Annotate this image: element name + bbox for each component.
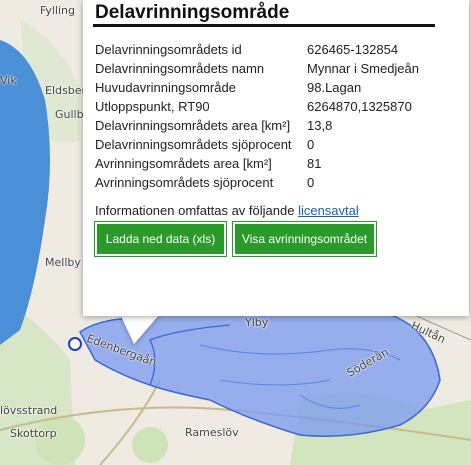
license-info: Informationen omfattas av följande licen… xyxy=(95,203,359,218)
property-key: Delavrinningsområdets namn xyxy=(95,61,265,76)
place-label-ramneslov: Rameslöv xyxy=(185,426,239,439)
property-key: Huvudavrinningsområde xyxy=(95,80,236,95)
place-label-vik: Vik xyxy=(0,74,17,87)
property-key: Delavrinningsområdets id xyxy=(95,42,242,57)
property-key: Delavrinningsområdets area [km²] xyxy=(95,118,291,133)
place-label-skottorp: Skottorp xyxy=(10,427,57,440)
show-catchment-button[interactable]: Visa avrinningsområdet xyxy=(232,221,377,257)
property-row: Huvudavrinningsområde 98.Lagan xyxy=(95,78,419,97)
property-value: Mynnar i Smedjeån xyxy=(307,61,419,76)
property-value: 626465-132854 xyxy=(307,42,399,57)
place-label-lovstrand: lövsstrand xyxy=(0,404,58,417)
property-key: Utloppspunkt, RT90 xyxy=(95,99,210,114)
property-table: Delavrinningsområdets id 626465-132854 D… xyxy=(95,40,419,192)
property-key: Avrinningsområdets area [km²] xyxy=(95,156,272,171)
property-row: Delavrinningsområdets area [km²] 13,8 xyxy=(95,116,419,135)
property-value: 81 xyxy=(307,156,322,171)
license-link[interactable]: licensavtal xyxy=(298,203,359,218)
property-value: 13,8 xyxy=(307,118,333,133)
property-value: 98.Lagan xyxy=(307,80,362,95)
place-label-fylling: Fylling xyxy=(40,4,75,17)
property-row: Avrinningsområdets sjöprocent 0 xyxy=(95,173,419,192)
info-popup: Delavrinningsområde Delavrinningsområdet… xyxy=(83,0,469,316)
place-label-ylby: Ylby xyxy=(245,316,269,329)
popup-title: Delavrinningsområde xyxy=(95,2,290,23)
property-value: 6264870,1325870 xyxy=(307,99,412,114)
download-data-button[interactable]: Ladda ned data (xls) xyxy=(94,221,227,257)
license-info-text: Informationen omfattas av följande xyxy=(95,203,299,218)
property-value: 0 xyxy=(307,175,315,190)
property-key: Delavrinningsområdets sjöprocent xyxy=(95,137,292,152)
property-row: Utloppspunkt, RT90 6264870,1325870 xyxy=(95,97,419,116)
place-label-mellby: Mellby xyxy=(45,256,81,269)
title-divider xyxy=(93,24,435,27)
property-row: Avrinningsområdets area [km²] 81 xyxy=(95,154,419,173)
property-value: 0 xyxy=(307,137,315,152)
property-row: Delavrinningsområdets namn Mynnar i Smed… xyxy=(95,59,419,78)
place-label-gullbrandstorp: Gullb xyxy=(55,108,84,121)
popup-pointer xyxy=(120,314,160,344)
property-row: Delavrinningsområdets id 626465-132854 xyxy=(95,40,419,59)
property-row: Delavrinningsområdets sjöprocent 0 xyxy=(95,135,419,154)
property-key: Avrinningsområdets sjöprocent xyxy=(95,175,274,190)
